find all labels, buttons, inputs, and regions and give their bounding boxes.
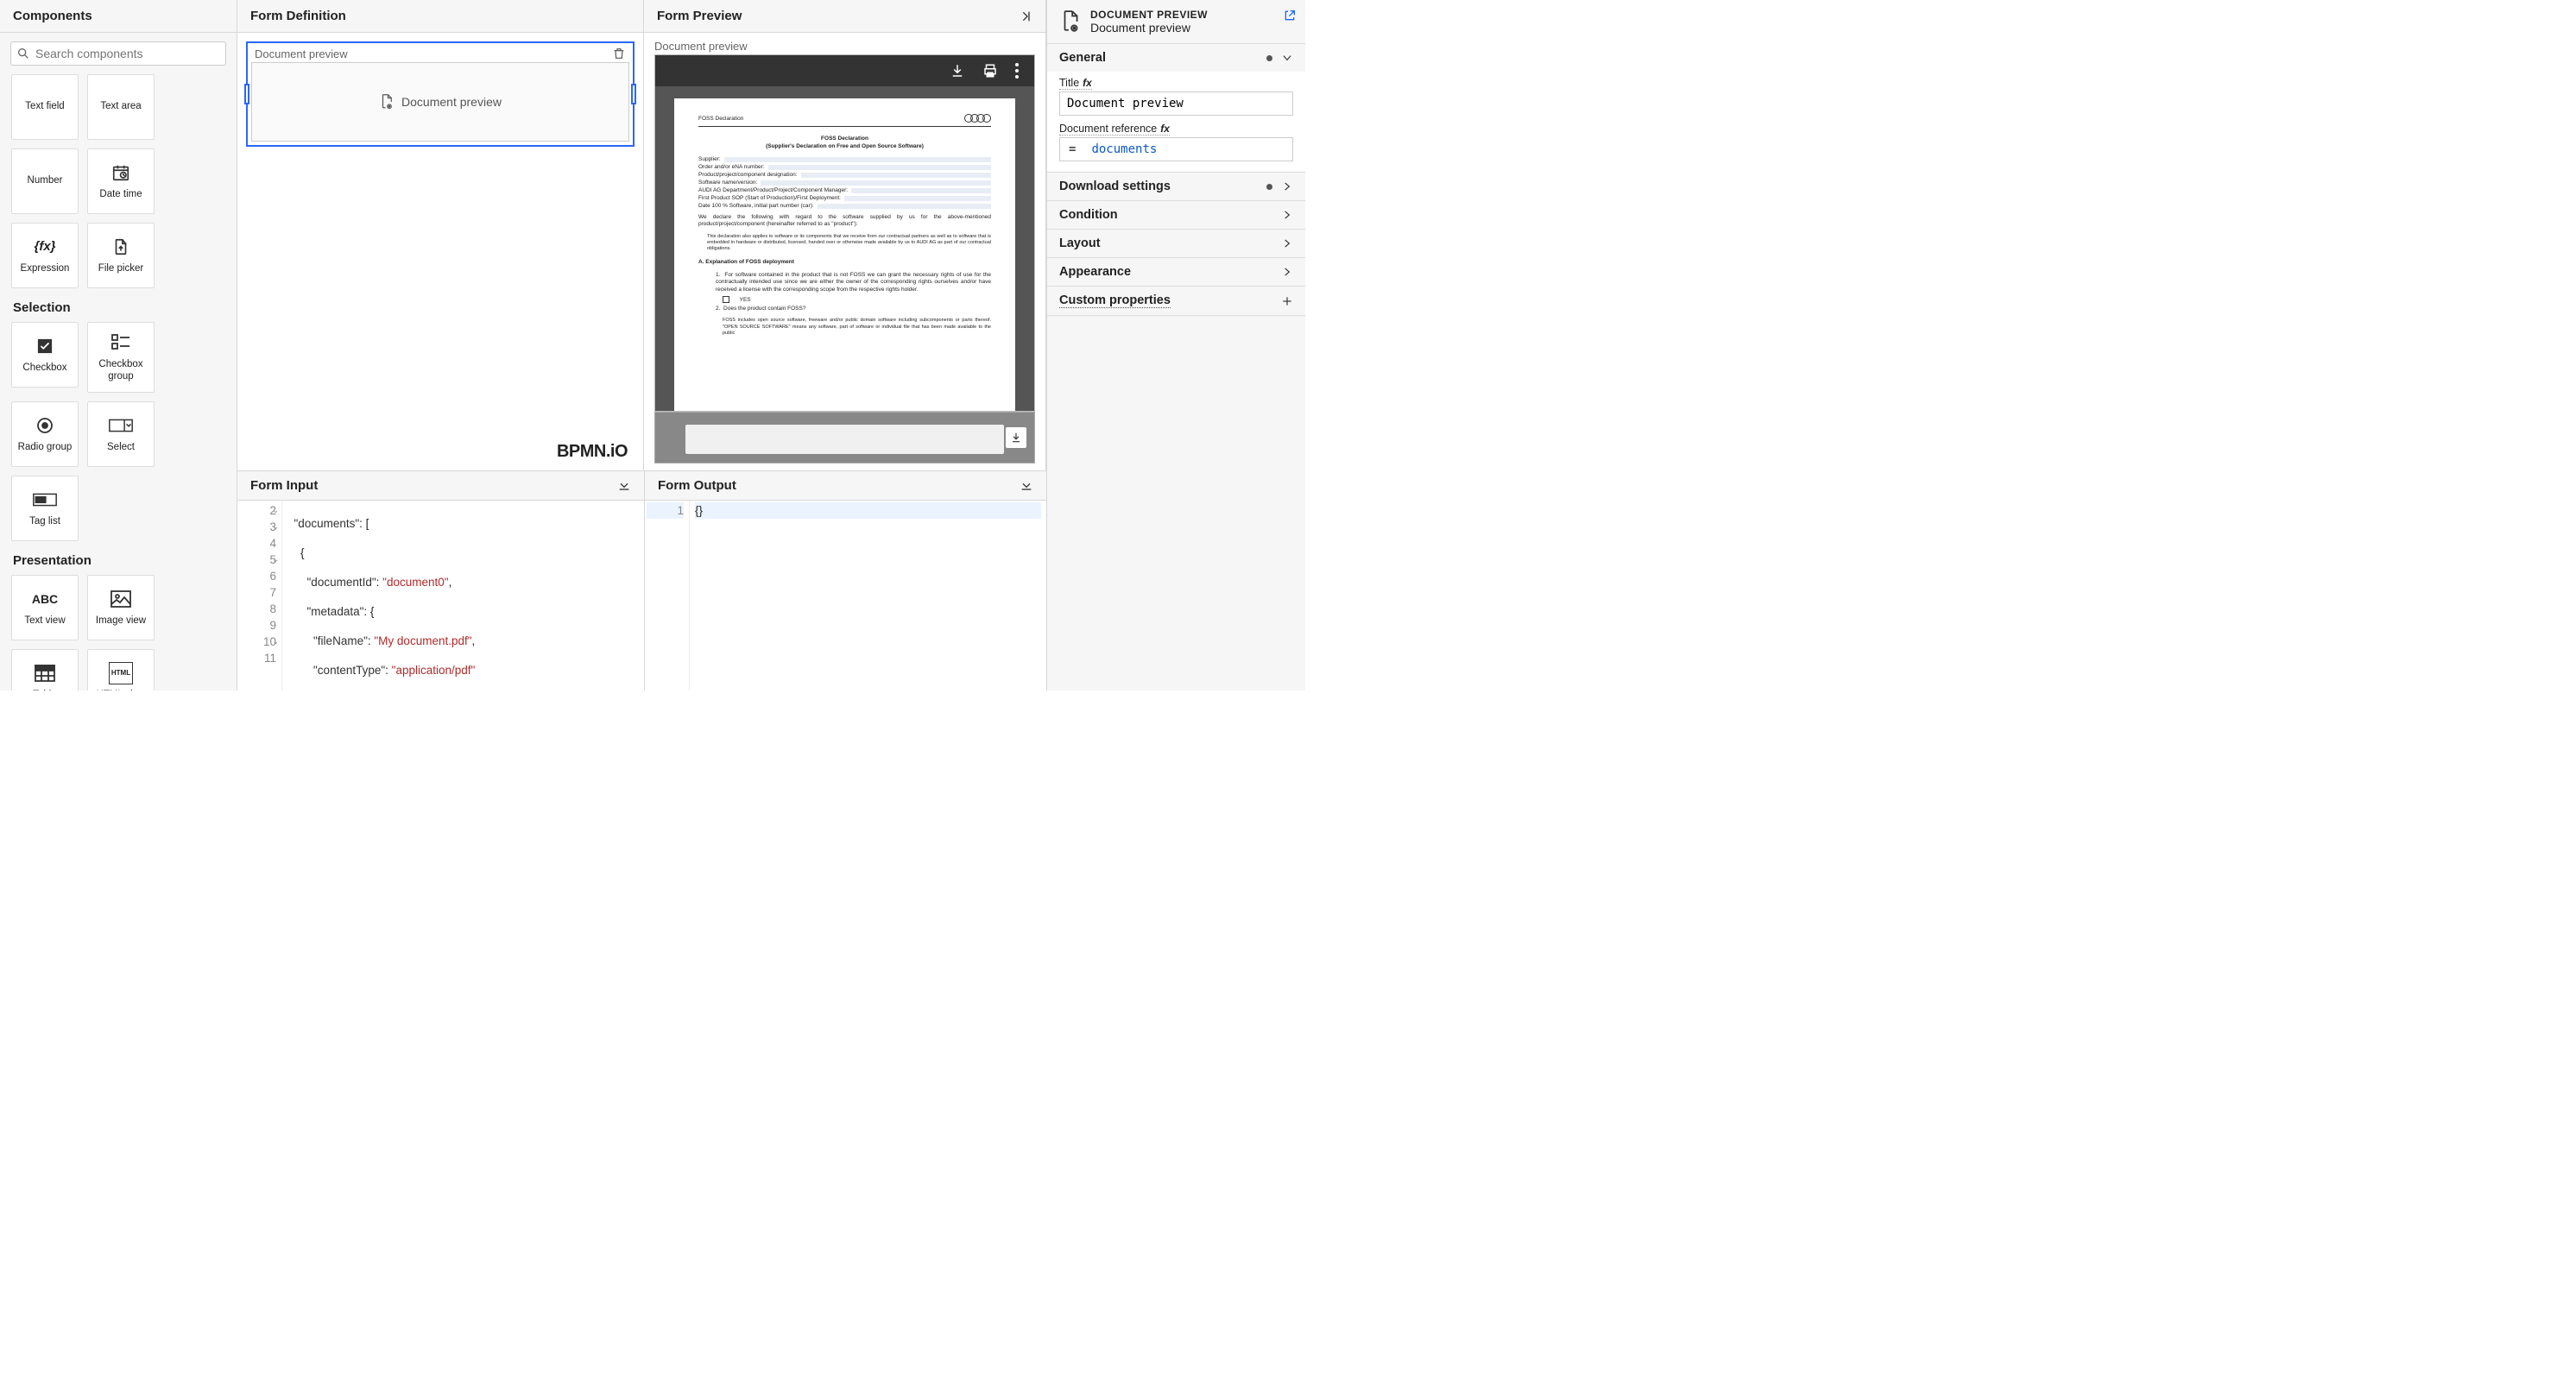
image-icon: [110, 590, 131, 608]
collapse-down-icon[interactable]: [1020, 479, 1033, 493]
title-label: Title fx: [1059, 77, 1092, 90]
table-icon: [35, 665, 55, 682]
pdf-thumbnail: [654, 412, 1035, 463]
chevron-right-icon: [1281, 180, 1293, 192]
component-table[interactable]: Table: [11, 649, 79, 690]
component-expression[interactable]: {fx} Expression: [11, 223, 79, 288]
chevron-right-icon: [1281, 209, 1293, 221]
download-icon[interactable]: [950, 63, 965, 79]
search-input[interactable]: [10, 41, 226, 66]
section-condition[interactable]: Condition: [1047, 200, 1305, 229]
watermark: BPMN.iO: [557, 442, 628, 462]
form-output-panel: Form Output 1 {}: [644, 471, 1046, 690]
component-checkbox[interactable]: Checkbox: [11, 322, 79, 388]
file-upload-icon: [111, 237, 130, 256]
select-icon: [109, 418, 133, 433]
properties-panel: DOCUMENT PREVIEW Document preview Genera…: [1046, 0, 1305, 690]
category-selection: Selection: [0, 292, 237, 318]
section-custom[interactable]: Custom properties: [1047, 286, 1305, 316]
fx-icon[interactable]: fx: [1083, 77, 1092, 89]
component-select[interactable]: Select: [87, 401, 155, 467]
section-download[interactable]: Download settings: [1047, 172, 1305, 200]
chevron-right-icon: [1281, 266, 1293, 278]
docref-input[interactable]: [1084, 137, 1293, 161]
form-definition-title: Form Definition: [250, 9, 346, 23]
preview-field-label: Document preview: [654, 40, 1035, 53]
title-input[interactable]: [1059, 91, 1293, 116]
audi-logo-icon: [967, 114, 991, 123]
form-input-title: Form Input: [250, 478, 318, 493]
input-editor[interactable]: 2⌄ 3⌄ 4 5⌄ 6 7 8 9 10⌄ 11 "documents": […: [237, 501, 644, 690]
component-text-field[interactable]: Text field: [11, 74, 79, 140]
pdf-page: FOSS Declaration FOSS Declaration (Suppl…: [674, 98, 1015, 411]
section-appearance[interactable]: Appearance: [1047, 257, 1305, 286]
properties-type: DOCUMENT PREVIEW: [1090, 9, 1208, 21]
collapse-right-icon[interactable]: [1019, 9, 1032, 23]
field-placeholder: Document preview: [401, 95, 502, 109]
document-preview-icon: [1059, 9, 1082, 35]
resize-handle-right[interactable]: [631, 84, 636, 104]
equals-prefix: =: [1059, 137, 1084, 161]
component-tag-list[interactable]: Tag list: [11, 476, 79, 541]
chevron-down-icon: [1281, 52, 1293, 64]
component-html-view[interactable]: HTML HTML view: [87, 649, 155, 690]
category-presentation: Presentation: [0, 545, 237, 571]
components-title: Components: [0, 0, 237, 33]
download-button[interactable]: [1005, 426, 1027, 449]
search-icon: [16, 47, 30, 60]
components-panel: Components Text field Text area Number D…: [0, 0, 237, 690]
form-output-title: Form Output: [658, 478, 736, 493]
checkbox-group-icon: [110, 333, 131, 352]
taglist-icon: [33, 492, 57, 508]
component-text-view[interactable]: ABC Text view: [11, 575, 79, 640]
properties-name: Document preview: [1090, 21, 1208, 35]
abc-icon: ABC: [33, 588, 57, 610]
open-external-icon[interactable]: [1283, 9, 1297, 22]
resize-handle-left[interactable]: [244, 84, 249, 104]
radio-icon: [36, 417, 54, 434]
collapse-down-icon[interactable]: [617, 479, 631, 493]
chevron-right-icon: [1281, 237, 1293, 249]
document-preview-icon: [379, 93, 395, 110]
docref-label: Document reference fx: [1059, 123, 1170, 136]
component-file-picker[interactable]: File picker: [87, 223, 155, 288]
form-preview-title: Form Preview: [657, 9, 742, 23]
form-definition-panel: Form Definition Document preview Documen…: [237, 0, 644, 470]
trash-icon[interactable]: [612, 47, 626, 60]
html-icon: HTML: [109, 662, 133, 684]
form-input-panel: Form Input 2⌄ 3⌄ 4 5⌄ 6 7 8 9 10⌄ 11 "do…: [237, 471, 644, 690]
component-date-time[interactable]: Date time: [87, 148, 155, 214]
section-layout[interactable]: Layout: [1047, 229, 1305, 257]
output-editor[interactable]: 1 {}: [645, 501, 1046, 690]
fx-icon[interactable]: fx: [1160, 123, 1170, 135]
component-image-view[interactable]: Image view: [87, 575, 155, 640]
calendar-icon: [110, 163, 131, 182]
field-label: Document preview: [255, 47, 348, 60]
more-icon[interactable]: [1015, 63, 1019, 79]
checkbox-icon: [37, 338, 53, 354]
expression-icon: {fx}: [33, 236, 57, 258]
component-checkbox-group[interactable]: Checkbox group: [87, 322, 155, 393]
section-general[interactable]: General: [1047, 43, 1305, 72]
plus-icon[interactable]: [1281, 295, 1293, 307]
pdf-viewer: FOSS Declaration FOSS Declaration (Suppl…: [654, 54, 1035, 412]
component-number[interactable]: Number: [11, 148, 79, 214]
component-radio-group[interactable]: Radio group: [11, 401, 79, 467]
print-icon[interactable]: [982, 63, 998, 79]
selected-field[interactable]: Document preview Document preview: [246, 41, 635, 147]
component-text-area[interactable]: Text area: [87, 74, 155, 140]
form-preview-panel: Form Preview Document preview FOSS Decla…: [644, 0, 1046, 470]
